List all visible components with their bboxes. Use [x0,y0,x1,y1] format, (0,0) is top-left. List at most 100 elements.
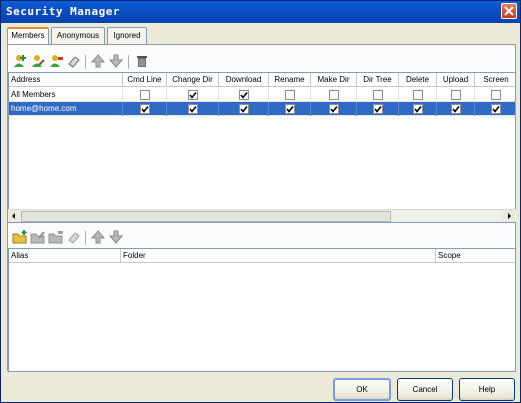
user-properties-icon[interactable] [48,53,64,69]
permission-checkbox-delete[interactable] [413,90,423,100]
permission-cell-change-dir [167,102,219,116]
toolbar-separator [128,55,129,69]
close-icon [504,6,514,16]
permission-cell-rename [269,88,311,102]
permission-cell-make-dir [311,88,357,102]
permission-cell-dir-tree [357,88,399,102]
add-folder-icon[interactable] [12,229,28,245]
checkmark-icon [141,106,149,113]
column-header-change-dir[interactable]: Change Dir [167,73,219,87]
permission-cell-cmd-line [123,102,167,116]
column-header-download[interactable]: Download [219,73,269,87]
permission-checkbox-dir-tree[interactable] [373,104,383,114]
permission-checkbox-rename[interactable] [285,104,295,114]
folder-properties-icon[interactable] [48,229,64,245]
title-bar[interactable]: Security Manager [1,1,520,23]
permission-cell-download [219,88,269,102]
members-table[interactable]: Address Cmd Line Change Dir Download Ren… [8,72,516,223]
table-row[interactable]: home@home.com [9,102,515,116]
permission-checkbox-change-dir[interactable] [188,90,198,100]
permission-checkbox-delete[interactable] [413,104,423,114]
scroll-right-button[interactable] [503,210,515,222]
permission-checkbox-upload[interactable] [451,104,461,114]
column-header-upload[interactable]: Upload [437,73,475,87]
permission-checkbox-cmd-line[interactable] [140,90,150,100]
permission-cell-upload [437,88,475,102]
move-down-icon[interactable] [108,229,124,245]
column-header-dir-tree[interactable]: Dir Tree [357,73,399,87]
help-button[interactable]: Help [459,378,515,401]
close-button[interactable] [501,3,517,19]
column-header-scope[interactable]: Scope [436,249,517,263]
column-header-delete[interactable]: Delete [399,73,437,87]
column-header-alias[interactable]: Alias [9,249,121,263]
checkmark-icon [240,106,248,113]
permission-cell-make-dir [311,102,357,116]
checkmark-icon [286,106,294,113]
column-header-make-dir[interactable]: Make Dir [311,73,357,87]
checkmark-icon [189,106,197,113]
folders-table-header: Alias Folder Scope [9,249,515,263]
permission-cell-upload [437,102,475,116]
permission-checkbox-rename[interactable] [285,90,295,100]
member-address: All Members [9,88,123,102]
trash-icon[interactable] [134,53,150,69]
column-header-rename[interactable]: Rename [269,73,311,87]
permission-checkbox-cmd-line[interactable] [140,104,150,114]
permission-cell-screen [475,88,515,102]
security-manager-window: Security Manager Members Anonymous Ignor… [0,0,521,403]
scroll-left-button[interactable] [8,210,20,222]
permission-cell-cmd-line [123,88,167,102]
edit-user-icon[interactable] [30,53,46,69]
folders-table[interactable]: Alias Folder Scope [8,248,516,372]
checkmark-icon [189,92,197,99]
cancel-button[interactable]: Cancel [397,378,453,401]
permission-checkbox-make-dir[interactable] [329,104,339,114]
scrollbar-thumb[interactable] [21,211,391,222]
permission-checkbox-download[interactable] [239,90,249,100]
tab-ignored-label: Ignored [113,31,141,40]
eraser-icon[interactable] [66,229,82,245]
permission-checkbox-change-dir[interactable] [188,104,198,114]
members-table-header: Address Cmd Line Change Dir Download Ren… [9,73,515,87]
toolbar-separator [85,231,86,245]
move-up-icon[interactable] [90,229,106,245]
permission-checkbox-make-dir[interactable] [329,90,339,100]
permission-cell-screen [475,102,515,116]
column-header-address[interactable]: Address [9,73,123,87]
column-header-folder[interactable]: Folder [121,249,436,263]
checkmark-icon [374,106,382,113]
edit-folder-icon[interactable] [30,229,46,245]
ok-button[interactable]: OK [333,378,391,401]
checkmark-icon [330,106,338,113]
checkmark-icon [452,106,460,113]
checkmark-icon [492,106,500,113]
tab-ignored[interactable]: Ignored [107,27,147,44]
column-header-cmd-line[interactable]: Cmd Line [123,73,167,87]
checkmark-icon [240,92,248,99]
members-horizontal-scrollbar[interactable] [8,209,516,222]
member-address: home@home.com [9,102,123,116]
tab-anonymous[interactable]: Anonymous [51,27,105,44]
checkmark-icon [414,106,422,113]
permission-cell-download [219,102,269,116]
permission-cell-dir-tree [357,102,399,116]
permission-checkbox-upload[interactable] [451,90,461,100]
permission-cell-delete [399,102,437,116]
add-user-icon[interactable] [12,53,28,69]
permission-checkbox-screen[interactable] [491,104,501,114]
window-title: Security Manager [6,5,120,18]
column-header-screen[interactable]: Screen [475,73,515,87]
table-row[interactable]: All Members [9,88,515,102]
scroll-left-arrow-icon [12,213,15,219]
move-up-icon[interactable] [90,53,106,69]
move-down-icon[interactable] [108,53,124,69]
permission-checkbox-download[interactable] [239,104,249,114]
tab-members[interactable]: Members [7,27,49,45]
permission-checkbox-screen[interactable] [491,90,501,100]
tab-members-label: Members [11,31,45,40]
eraser-icon[interactable] [66,53,82,69]
permission-cell-change-dir [167,88,219,102]
scroll-right-arrow-icon [508,213,511,219]
permission-checkbox-dir-tree[interactable] [373,90,383,100]
